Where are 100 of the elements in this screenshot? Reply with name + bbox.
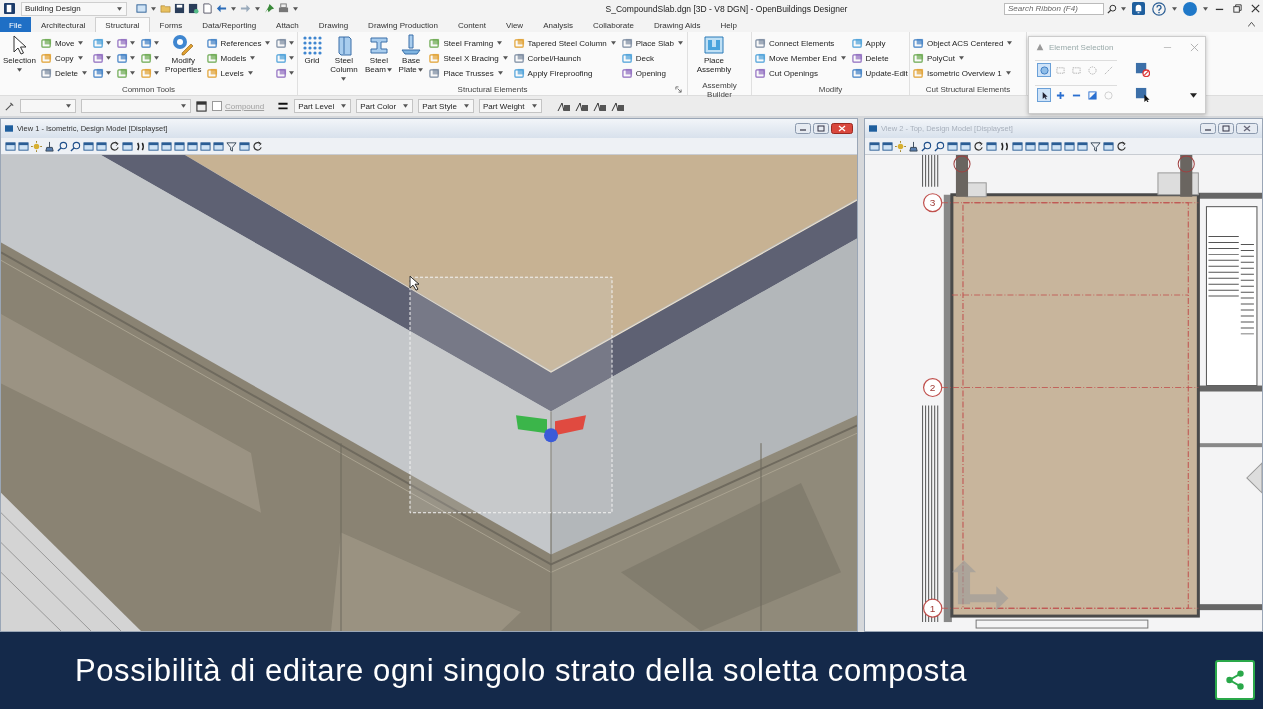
- ribbon-button[interactable]: Delete: [40, 66, 89, 80]
- refresh-tool-icon[interactable]: [252, 140, 263, 152]
- close-button[interactable]: [831, 123, 853, 134]
- template-icon[interactable]: [196, 100, 207, 112]
- ribbon-button[interactable]: Isometric Overview 1: [913, 66, 1014, 80]
- ribbon-button[interactable]: Place Slab: [621, 36, 684, 50]
- ribbon-button[interactable]: Levels: [206, 66, 272, 80]
- ribbon-button[interactable]: Opening: [621, 66, 684, 80]
- icon-button[interactable]: [117, 66, 137, 80]
- share-button[interactable]: [1215, 659, 1255, 700]
- match-attributes-icon[interactable]: [4, 100, 15, 112]
- workflow-dropdown[interactable]: Building Design: [21, 1, 127, 16]
- icon-button[interactable]: [276, 51, 296, 65]
- ribbon-button[interactable]: Apply: [851, 36, 908, 50]
- attribute-dropdown[interactable]: Part Color: [356, 99, 414, 113]
- rotate-tool-icon[interactable]: [109, 140, 120, 152]
- ribbon-tab[interactable]: Attach: [266, 17, 309, 32]
- ribbon-tab[interactable]: Drawing: [308, 17, 359, 32]
- ribbon-button[interactable]: Tapered Steel Column: [513, 36, 617, 50]
- ribbon-button[interactable]: Steel Framing: [429, 36, 509, 50]
- ribbon-tab[interactable]: Drawing Aids: [643, 17, 711, 32]
- select-all-icon[interactable]: [1135, 87, 1150, 102]
- ribbon-tab[interactable]: Data/Reporting: [192, 17, 267, 32]
- ribbon-tab[interactable]: Help: [710, 17, 747, 32]
- lock-attribute-icon[interactable]: [592, 100, 607, 112]
- ribbon-button[interactable]: Deck: [621, 51, 684, 65]
- ribbon-button[interactable]: Update-Edit: [851, 66, 908, 80]
- minimize-button[interactable]: [795, 123, 811, 134]
- ribbon-tab[interactable]: Collaborate: [582, 17, 644, 32]
- attribute-dropdown[interactable]: Part Style: [418, 99, 474, 113]
- ribbon-tab[interactable]: File: [0, 17, 31, 32]
- ribbon-button[interactable]: PolyCut: [913, 51, 1014, 65]
- ribbon-button[interactable]: Object ACS Centered: [913, 36, 1014, 50]
- expand-caret-icon[interactable]: [1190, 93, 1197, 98]
- ribbon-button[interactable]: Steel Beam: [364, 34, 393, 74]
- ribbon-button[interactable]: Selection: [3, 34, 36, 74]
- ribbon-button[interactable]: Copy: [40, 51, 89, 65]
- zoom-tool-icon[interactable]: [934, 140, 945, 152]
- ribbon-button[interactable]: Corbel/Haunch: [513, 51, 617, 65]
- notification-bell-icon[interactable]: [1132, 2, 1145, 15]
- ribbon-button[interactable]: Connect Elements: [755, 36, 847, 50]
- clear-selection-icon[interactable]: [1135, 62, 1150, 77]
- user-avatar[interactable]: [1183, 1, 1197, 16]
- ribbon-button[interactable]: Apply Fireproofing: [513, 66, 617, 80]
- line-weight-icon[interactable]: [277, 100, 290, 112]
- restore-icon[interactable]: [1232, 3, 1243, 14]
- save-icon[interactable]: [174, 3, 185, 14]
- ribbon-button[interactable]: Base Plate: [397, 34, 425, 74]
- icon-button[interactable]: [117, 36, 137, 50]
- filter-tool-icon[interactable]: [226, 140, 237, 152]
- ribbon-button[interactable]: Steel Column: [328, 34, 360, 83]
- ribbon-button[interactable]: Grid: [301, 34, 323, 65]
- icon-button[interactable]: [141, 51, 161, 65]
- icon-button[interactable]: [93, 36, 113, 50]
- zoom-tool-icon[interactable]: [70, 140, 81, 152]
- ribbon-tab[interactable]: Architectural: [30, 17, 96, 32]
- icon-button[interactable]: [141, 36, 161, 50]
- ribbon-tab[interactable]: Analysis: [533, 17, 583, 32]
- collapse-ribbon-icon[interactable]: [1248, 22, 1255, 27]
- ribbon-button[interactable]: Place Assembly: [691, 34, 737, 74]
- selection-mode-button[interactable]: [1037, 88, 1051, 102]
- rotate-tool-icon[interactable]: [973, 140, 984, 152]
- ribbon-button[interactable]: Cut Openings: [755, 66, 847, 80]
- print-icon[interactable]: [278, 3, 289, 14]
- icon-button[interactable]: [141, 66, 161, 80]
- filter-tool-icon[interactable]: [1090, 140, 1101, 152]
- zoom-tool-icon[interactable]: [921, 140, 932, 152]
- close-button[interactable]: [1236, 123, 1258, 134]
- pin-icon[interactable]: [264, 3, 275, 14]
- search-field[interactable]: Search Ribbon (F4): [1004, 2, 1104, 15]
- icon-button[interactable]: [117, 51, 137, 65]
- icon-button[interactable]: [93, 66, 113, 80]
- zoom-tool-icon[interactable]: [57, 140, 68, 152]
- undo-icon[interactable]: [216, 3, 227, 14]
- icon-button[interactable]: [276, 66, 296, 80]
- maximize-button[interactable]: [1218, 123, 1234, 134]
- ribbon-button[interactable]: Place Trusses: [429, 66, 509, 80]
- ribbon-button[interactable]: Move Member End: [755, 51, 847, 65]
- ribbon-tab[interactable]: Drawing Production: [358, 17, 448, 32]
- attribute-dropdown[interactable]: Part Weight: [478, 99, 542, 113]
- brush-tool-icon[interactable]: [44, 140, 55, 152]
- ribbon-button[interactable]: Delete: [851, 51, 908, 65]
- view-icon[interactable]: [136, 3, 147, 14]
- lock-attribute-icon[interactable]: [556, 100, 571, 112]
- brush-tool-icon[interactable]: [908, 140, 919, 152]
- refresh-tool-icon[interactable]: [1116, 140, 1127, 152]
- maximize-button[interactable]: [813, 123, 829, 134]
- ribbon-button[interactable]: Models: [206, 51, 272, 65]
- lock-attribute-icon[interactable]: [574, 100, 589, 112]
- save-settings-icon[interactable]: [188, 3, 199, 14]
- ribbon-tab[interactable]: Forms: [149, 17, 193, 32]
- ribbon-tab[interactable]: View: [495, 17, 534, 32]
- icon-button[interactable]: [93, 51, 113, 65]
- window-tool-icon[interactable]: [960, 140, 971, 152]
- ribbon-button[interactable]: Modify Properties: [165, 34, 202, 74]
- icon-button[interactable]: [276, 36, 296, 50]
- window-tool-icon[interactable]: [96, 140, 107, 152]
- minimize-button[interactable]: [1200, 123, 1216, 134]
- ribbon-tab[interactable]: Structural: [95, 17, 150, 32]
- ribbon-button[interactable]: Steel X Bracing: [429, 51, 509, 65]
